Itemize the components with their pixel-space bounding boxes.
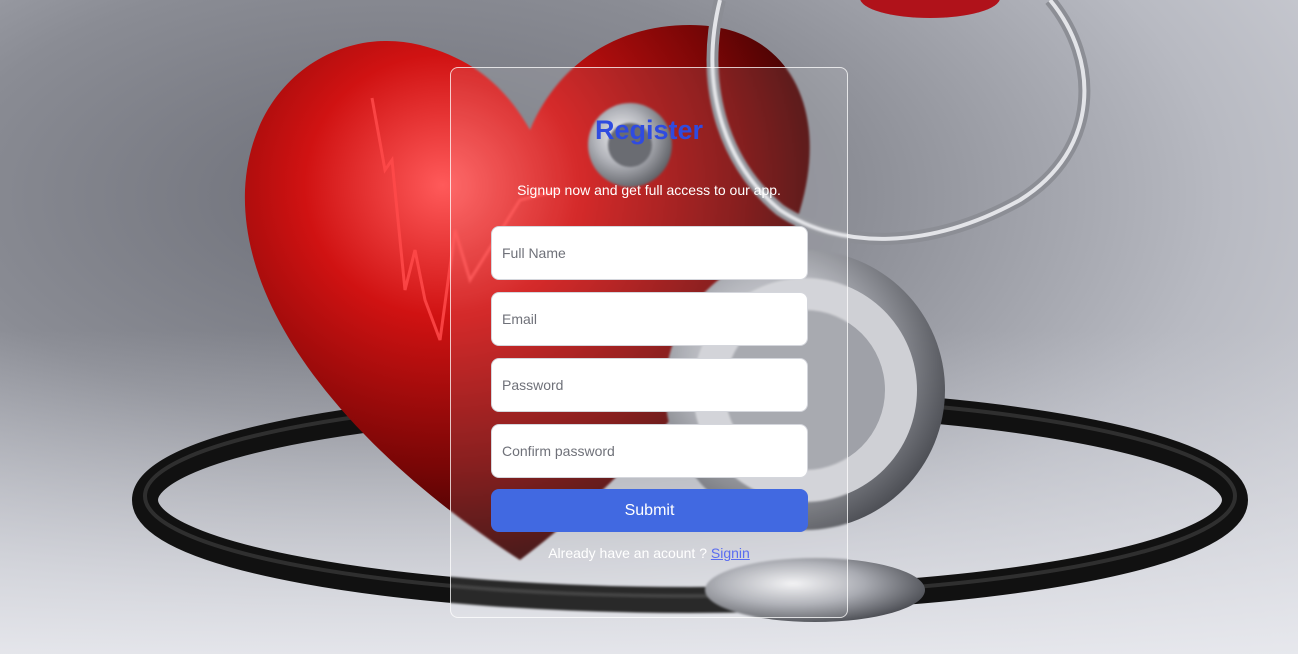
register-card: Register Signup now and get full access … (450, 67, 848, 618)
signin-prompt-row: Already have an acount ? Signin (451, 545, 847, 561)
register-subtitle: Signup now and get full access to our ap… (517, 182, 781, 198)
email-input[interactable] (491, 292, 808, 346)
confirm-password-input[interactable] (491, 424, 808, 478)
signin-prompt-text: Already have an acount ? (548, 545, 707, 561)
register-title: Register (594, 115, 704, 145)
submit-button[interactable]: Submit (491, 489, 808, 532)
full-name-input[interactable] (491, 226, 808, 280)
signin-link[interactable]: Signin (711, 545, 750, 561)
password-input[interactable] (491, 358, 808, 412)
